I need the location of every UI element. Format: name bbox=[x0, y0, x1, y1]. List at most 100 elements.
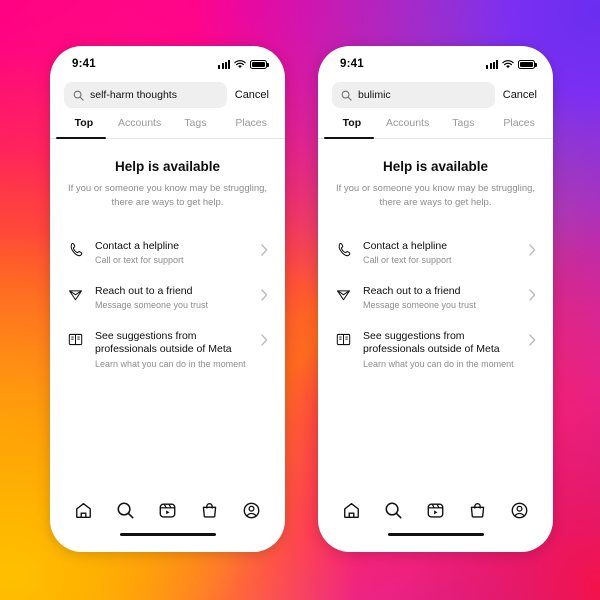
phone-handset-icon bbox=[334, 240, 352, 257]
search-tabs: Top Accounts Tags Places bbox=[50, 117, 285, 138]
battery-icon bbox=[518, 59, 537, 69]
profile-icon bbox=[510, 501, 529, 520]
tab-tags[interactable]: Tags bbox=[436, 117, 492, 138]
shop-bag-icon bbox=[200, 501, 219, 520]
list-item-subtitle: Learn what you can do in the moment bbox=[363, 358, 514, 369]
wifi-icon bbox=[502, 59, 514, 69]
list-item-title: Contact a helpline bbox=[95, 239, 180, 252]
nav-reels-button[interactable] bbox=[422, 497, 448, 523]
phone-mockup-left: 9:41 self-harm thoughts Cancel Top Accou… bbox=[50, 46, 285, 552]
search-row: self-harm thoughts Cancel bbox=[50, 76, 285, 108]
page-subtitle: If you or someone you know may be strugg… bbox=[332, 182, 539, 210]
status-bar: 9:41 bbox=[318, 46, 553, 76]
list-item-text: Reach out to a friend Message someone yo… bbox=[95, 285, 248, 312]
tab-active-indicator bbox=[56, 137, 106, 139]
list-item-reach-out-friend[interactable]: Reach out to a friend Message someone yo… bbox=[64, 276, 271, 321]
tab-top[interactable]: Top bbox=[56, 117, 112, 138]
list-item-subtitle: Message someone you trust bbox=[95, 300, 209, 311]
nav-search-button[interactable] bbox=[112, 497, 138, 523]
cancel-button[interactable]: Cancel bbox=[503, 89, 539, 101]
nav-search-button[interactable] bbox=[380, 497, 406, 523]
page-subtitle-line2: there are ways to get help. bbox=[379, 196, 492, 208]
list-item-subtitle: Learn what you can do in the moment bbox=[95, 358, 246, 369]
cellular-signal-icon bbox=[486, 59, 498, 69]
nav-reels-button[interactable] bbox=[154, 497, 180, 523]
tab-top[interactable]: Top bbox=[324, 117, 380, 138]
page-subtitle-line2: there are ways to get help. bbox=[111, 196, 224, 208]
search-results-content: Help is available If you or someone you … bbox=[50, 139, 285, 490]
nav-home-button[interactable] bbox=[338, 497, 364, 523]
search-input[interactable]: self-harm thoughts bbox=[64, 82, 227, 108]
page-title: Help is available bbox=[382, 159, 489, 174]
list-item-professional-suggestions[interactable]: See suggestions from professionals outsi… bbox=[64, 321, 271, 380]
list-item-title: Reach out to a friend bbox=[95, 284, 193, 297]
tab-accounts[interactable]: Accounts bbox=[380, 117, 436, 138]
tab-divider bbox=[318, 137, 553, 139]
bottom-navigation-bar bbox=[50, 490, 285, 530]
tab-accounts[interactable]: Accounts bbox=[112, 117, 168, 138]
list-item-title: Reach out to a friend bbox=[363, 284, 461, 297]
phone-mockup-right: 9:41 bulimic Cancel Top Accounts Tags Pl… bbox=[318, 46, 553, 552]
battery-icon bbox=[250, 59, 269, 69]
search-tabs: Top Accounts Tags Places bbox=[318, 117, 553, 138]
tab-places[interactable]: Places bbox=[223, 117, 279, 138]
page-title: Help is available bbox=[114, 159, 221, 174]
status-bar: 9:41 bbox=[50, 46, 285, 76]
home-indicator bbox=[50, 530, 285, 552]
nav-shop-button[interactable] bbox=[197, 497, 223, 523]
list-item-title: Contact a helpline bbox=[363, 239, 448, 252]
home-indicator bbox=[318, 530, 553, 552]
chevron-right-icon bbox=[259, 285, 269, 301]
list-item-subtitle: Call or text for support bbox=[95, 254, 184, 265]
search-icon bbox=[341, 90, 352, 101]
bottom-navigation-bar bbox=[318, 490, 553, 530]
cancel-button[interactable]: Cancel bbox=[235, 89, 271, 101]
open-book-icon bbox=[66, 330, 84, 347]
list-item-text: Reach out to a friend Message someone yo… bbox=[363, 285, 516, 312]
page-subtitle-line1: If you or someone you know may be strugg… bbox=[335, 183, 536, 194]
list-item-professional-suggestions[interactable]: See suggestions from professionals outsi… bbox=[332, 321, 539, 380]
nav-profile-button[interactable] bbox=[507, 497, 533, 523]
tab-places[interactable]: Places bbox=[491, 117, 547, 138]
list-item-text: See suggestions from professionals outsi… bbox=[363, 330, 516, 371]
status-bar-clock: 9:41 bbox=[340, 58, 364, 70]
help-options-list: Contact a helpline Call or text for supp… bbox=[64, 231, 271, 380]
page-subtitle: If you or someone you know may be strugg… bbox=[64, 182, 271, 210]
chevron-right-icon bbox=[527, 240, 537, 256]
profile-icon bbox=[242, 501, 261, 520]
search-input[interactable]: bulimic bbox=[332, 82, 495, 108]
search-input-value: self-harm thoughts bbox=[90, 89, 177, 101]
list-item-contact-helpline[interactable]: Contact a helpline Call or text for supp… bbox=[64, 231, 271, 276]
gradient-background: 9:41 self-harm thoughts Cancel Top Accou… bbox=[0, 0, 600, 600]
search-results-content: Help is available If you or someone you … bbox=[318, 139, 553, 490]
nav-shop-button[interactable] bbox=[465, 497, 491, 523]
paper-plane-icon bbox=[334, 285, 352, 302]
search-row: bulimic Cancel bbox=[318, 76, 553, 108]
home-icon bbox=[74, 501, 93, 520]
list-item-title: See suggestions from professionals outsi… bbox=[363, 329, 500, 356]
chevron-right-icon bbox=[527, 285, 537, 301]
tab-active-indicator bbox=[324, 137, 374, 139]
list-item-contact-helpline[interactable]: Contact a helpline Call or text for supp… bbox=[332, 231, 539, 276]
search-icon bbox=[73, 90, 84, 101]
list-item-text: See suggestions from professionals outsi… bbox=[95, 330, 248, 371]
help-options-list: Contact a helpline Call or text for supp… bbox=[332, 231, 539, 380]
chevron-right-icon bbox=[527, 330, 537, 346]
wifi-icon bbox=[234, 59, 246, 69]
list-item-reach-out-friend[interactable]: Reach out to a friend Message someone yo… bbox=[332, 276, 539, 321]
search-icon bbox=[116, 501, 135, 520]
nav-home-button[interactable] bbox=[70, 497, 96, 523]
open-book-icon bbox=[334, 330, 352, 347]
tab-tags[interactable]: Tags bbox=[168, 117, 224, 138]
list-item-text: Contact a helpline Call or text for supp… bbox=[95, 240, 248, 267]
tab-divider bbox=[50, 137, 285, 139]
chevron-right-icon bbox=[259, 240, 269, 256]
status-bar-icons bbox=[218, 59, 269, 69]
search-input-value: bulimic bbox=[358, 89, 391, 101]
home-icon bbox=[342, 501, 361, 520]
cellular-signal-icon bbox=[218, 59, 230, 69]
list-item-title: See suggestions from professionals outsi… bbox=[95, 329, 232, 356]
page-subtitle-line1: If you or someone you know may be strugg… bbox=[67, 183, 268, 194]
reels-icon bbox=[426, 501, 445, 520]
nav-profile-button[interactable] bbox=[239, 497, 265, 523]
